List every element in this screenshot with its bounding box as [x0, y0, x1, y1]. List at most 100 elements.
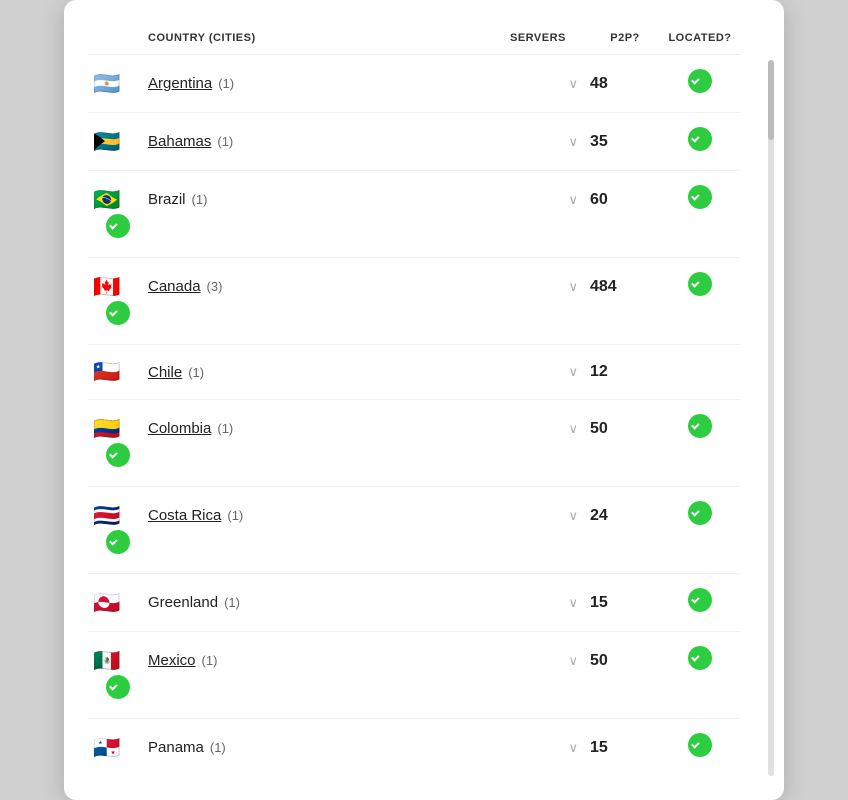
chevron-costarica[interactable]: ∨ [510, 508, 590, 524]
p2p-cell-colombia [660, 414, 740, 443]
server-count-colombia: 50 [590, 420, 660, 438]
p2p-check-icon-argentina [688, 69, 712, 93]
p2p-cell-brazil [660, 185, 740, 214]
table-row: 🇨🇦 Canada (3) ∨484 [88, 258, 740, 345]
scrollbar-thumb[interactable] [768, 60, 774, 140]
country-name-canada[interactable]: Canada (3) [148, 278, 510, 295]
chevron-canada[interactable]: ∨ [510, 279, 590, 295]
country-name-bahamas[interactable]: Bahamas (1) [148, 133, 510, 150]
flag-icon-greenland: 🇬🇱 [88, 590, 126, 616]
country-name-panama: Panama (1) [148, 739, 510, 756]
table-row: 🇬🇱 Greenland (1) ∨15 [88, 574, 740, 632]
chevron-brazil[interactable]: ∨ [510, 192, 590, 208]
flag-brazil: 🇧🇷 [88, 187, 148, 213]
flag-costarica: 🇨🇷 [88, 503, 148, 529]
flag-chile: 🇨🇱 [88, 359, 148, 385]
flag-colombia: 🇨🇴 [88, 416, 148, 442]
p2p-cell-panama [660, 733, 740, 762]
scrollbar[interactable] [768, 60, 774, 776]
city-count-costarica: (1) [227, 508, 243, 523]
chevron-argentina[interactable]: ∨ [510, 76, 590, 92]
server-count-costarica: 24 [590, 507, 660, 525]
country-link-colombia[interactable]: Colombia [148, 420, 211, 437]
country-link-bahamas[interactable]: Bahamas [148, 133, 211, 150]
p2p-check-icon-greenland [688, 588, 712, 612]
chevron-panama[interactable]: ∨ [510, 740, 590, 756]
city-count-greenland: (1) [224, 595, 240, 610]
main-card: COUNTRY (CITIES) SERVERS P2P? LOCATED? 🇦… [64, 0, 784, 800]
table-row: 🇦🇷 Argentina (1) ∨48 [88, 55, 740, 113]
p2p-cell-canada [660, 272, 740, 301]
country-link-canada[interactable]: Canada [148, 278, 201, 295]
country-name-costarica[interactable]: Costa Rica (1) [148, 507, 510, 524]
chevron-colombia[interactable]: ∨ [510, 421, 590, 437]
table-body: 🇦🇷Argentina(1)∨48🇧🇸Bahamas(1)∨35🇧🇷Brazil… [88, 55, 740, 776]
flag-icon-bahamas: 🇧🇸 [88, 129, 126, 155]
flag-icon-mexico: 🇲🇽 [88, 648, 126, 674]
flag-icon-argentina: 🇦🇷 [88, 71, 126, 97]
table-row: 🇧🇸 Bahamas (1) ∨35 [88, 113, 740, 171]
p2p-cell-greenland [660, 588, 740, 617]
flag-argentina: 🇦🇷 [88, 71, 148, 97]
p2p-check-icon-canada [688, 272, 712, 296]
server-count-argentina: 48 [590, 75, 660, 93]
located-check-icon-mexico [106, 675, 130, 699]
located-check-icon-canada [106, 301, 130, 325]
header-p2p-col: P2P? [590, 32, 660, 44]
p2p-cell-argentina [660, 69, 740, 98]
country-text-panama: Panama [148, 739, 204, 756]
server-count-mexico: 50 [590, 652, 660, 670]
country-name-chile[interactable]: Chile (1) [148, 364, 510, 381]
city-count-brazil: (1) [192, 192, 208, 207]
p2p-cell-costarica [660, 501, 740, 530]
flag-mexico: 🇲🇽 [88, 648, 148, 674]
table-row: 🇧🇷Brazil(1)∨60 [88, 171, 740, 258]
located-check-icon-colombia [106, 443, 130, 467]
country-link-mexico[interactable]: Mexico [148, 652, 196, 669]
server-count-bahamas: 35 [590, 133, 660, 151]
flag-greenland: 🇬🇱 [88, 590, 148, 616]
table-row: 🇨🇷 Costa Rica (1) ∨24 [88, 487, 740, 574]
chevron-bahamas[interactable]: ∨ [510, 134, 590, 150]
flag-icon-chile: 🇨🇱 [88, 359, 126, 385]
country-text-greenland: Greenland [148, 594, 218, 611]
country-name-colombia[interactable]: Colombia (1) [148, 420, 510, 437]
table-row: 🇵🇦Panama(1)∨15 [88, 719, 740, 776]
flag-bahamas: 🇧🇸 [88, 129, 148, 155]
country-link-costarica[interactable]: Costa Rica [148, 507, 221, 524]
located-cell-costarica [88, 530, 148, 559]
country-link-chile[interactable]: Chile [148, 364, 182, 381]
server-count-brazil: 60 [590, 191, 660, 209]
table-row: 🇨🇴Colombia (1) ∨50 [88, 400, 740, 487]
city-count-colombia: (1) [217, 421, 233, 436]
city-count-mexico: (1) [202, 653, 218, 668]
p2p-check-icon-bahamas [688, 127, 712, 151]
country-name-argentina[interactable]: Argentina (1) [148, 75, 510, 92]
country-name-greenland: Greenland (1) [148, 594, 510, 611]
flag-panama: 🇵🇦 [88, 735, 148, 761]
country-name-mexico[interactable]: Mexico (1) [148, 652, 510, 669]
country-name-brazil: Brazil(1) [148, 191, 510, 208]
table-row: 🇲🇽 Mexico (1) ∨50 [88, 632, 740, 719]
server-count-greenland: 15 [590, 594, 660, 612]
located-cell-brazil [88, 214, 148, 243]
city-count-argentina: (1) [218, 76, 234, 91]
p2p-cell-bahamas [660, 127, 740, 156]
flag-icon-canada: 🇨🇦 [88, 274, 126, 300]
city-count-panama: (1) [210, 740, 226, 755]
city-count-canada: (3) [207, 279, 223, 294]
city-count-bahamas: (1) [217, 134, 233, 149]
header-country-col: COUNTRY (CITIES) [148, 32, 510, 44]
server-count-chile: 12 [590, 363, 660, 381]
city-count-chile: (1) [188, 365, 204, 380]
chevron-mexico[interactable]: ∨ [510, 653, 590, 669]
flag-icon-panama: 🇵🇦 [88, 735, 126, 761]
server-count-canada: 484 [590, 278, 660, 296]
p2p-check-icon-brazil [688, 185, 712, 209]
chevron-chile[interactable]: ∨ [510, 364, 590, 380]
flag-icon-costarica: 🇨🇷 [88, 503, 126, 529]
chevron-greenland[interactable]: ∨ [510, 595, 590, 611]
located-check-icon-brazil [106, 214, 130, 238]
country-link-argentina[interactable]: Argentina [148, 75, 212, 92]
table-row: 🇨🇱 Chile (1) ∨12 [88, 345, 740, 400]
